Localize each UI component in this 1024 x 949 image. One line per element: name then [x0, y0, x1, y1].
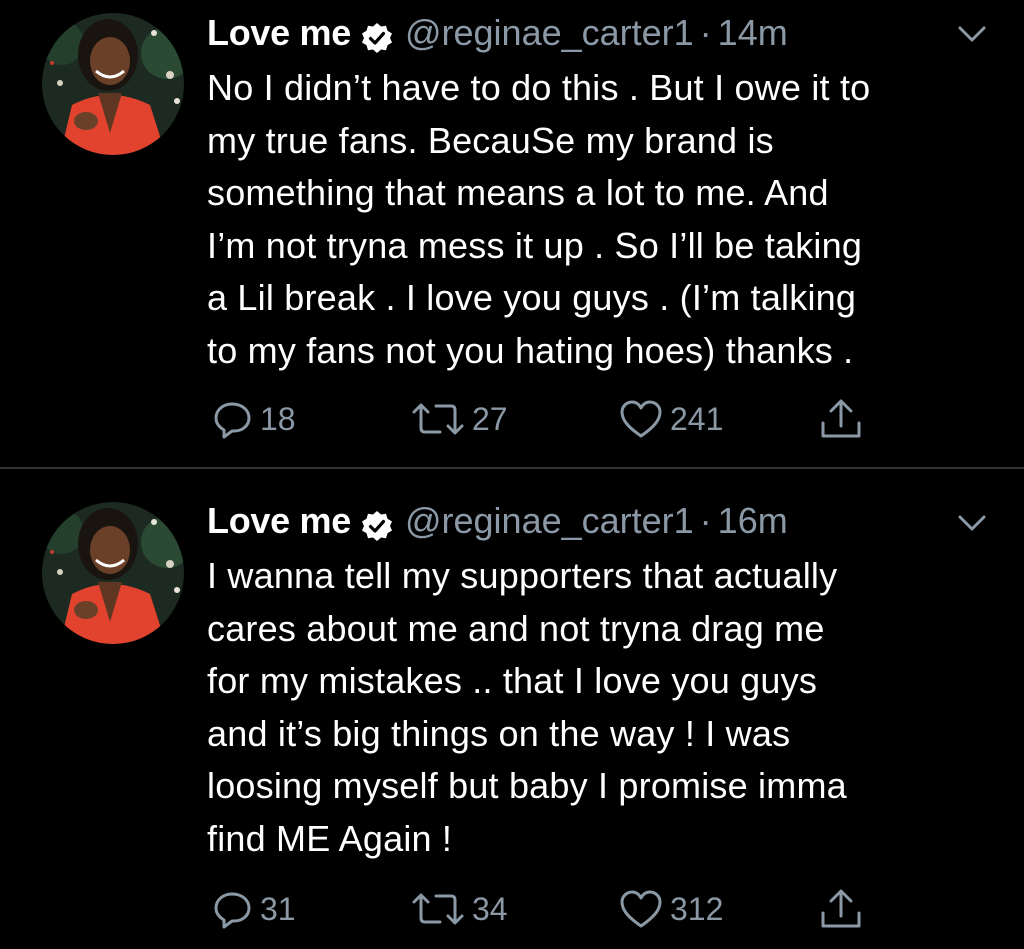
like-button[interactable]: 312: [618, 885, 723, 933]
verified-badge-icon: [361, 505, 393, 541]
like-button[interactable]: 241: [618, 395, 723, 443]
reply-icon: [212, 398, 254, 440]
timestamp[interactable]: 14m: [718, 8, 788, 58]
like-count: 241: [670, 400, 724, 437]
reply-button[interactable]: 18: [212, 395, 296, 443]
author-name[interactable]: Love me: [207, 496, 351, 546]
timestamp[interactable]: 16m: [718, 496, 788, 546]
verified-badge-icon: [361, 17, 393, 53]
share-button[interactable]: [818, 885, 864, 933]
tweet[interactable]: Love me @reginae_carter1 · 14m No I didn…: [0, 0, 1024, 468]
separator-dot: ·: [699, 12, 712, 53]
reply-button[interactable]: 31: [212, 885, 296, 933]
separator-dot: ·: [699, 500, 712, 541]
tweet-actions: 18 27 241: [0, 395, 1024, 443]
tweet-header: Love me @reginae_carter1 · 14m: [207, 8, 788, 58]
retweet-count: 34: [472, 890, 508, 927]
retweet-button[interactable]: 27: [410, 395, 508, 443]
share-button[interactable]: [818, 395, 864, 443]
share-icon: [818, 886, 864, 932]
retweet-icon: [410, 398, 466, 440]
avatar[interactable]: [42, 13, 184, 155]
like-count: 312: [670, 890, 724, 927]
tweet-actions: 31 34 312: [0, 885, 1024, 933]
tweet-text: No I didn’t have to do this . But I owe …: [207, 67, 871, 371]
tweet[interactable]: Love me @reginae_carter1 · 16m I wanna t…: [0, 469, 1024, 949]
tweet-header: Love me @reginae_carter1 · 16m: [207, 496, 788, 546]
retweet-icon: [410, 888, 466, 930]
reply-count: 31: [260, 890, 296, 927]
chevron-down-icon[interactable]: [955, 22, 989, 46]
author-name[interactable]: Love me: [207, 8, 351, 58]
like-icon: [618, 398, 664, 440]
reply-icon: [212, 888, 254, 930]
share-icon: [818, 396, 864, 442]
retweet-count: 27: [472, 400, 508, 437]
like-icon: [618, 888, 664, 930]
author-handle[interactable]: @reginae_carter1: [405, 496, 694, 546]
reply-count: 18: [260, 400, 296, 437]
tweet-text: I wanna tell my supporters that actually…: [207, 555, 847, 859]
chevron-down-icon[interactable]: [955, 511, 989, 535]
author-handle[interactable]: @reginae_carter1: [405, 8, 694, 58]
avatar[interactable]: [42, 502, 184, 644]
retweet-button[interactable]: 34: [410, 885, 508, 933]
